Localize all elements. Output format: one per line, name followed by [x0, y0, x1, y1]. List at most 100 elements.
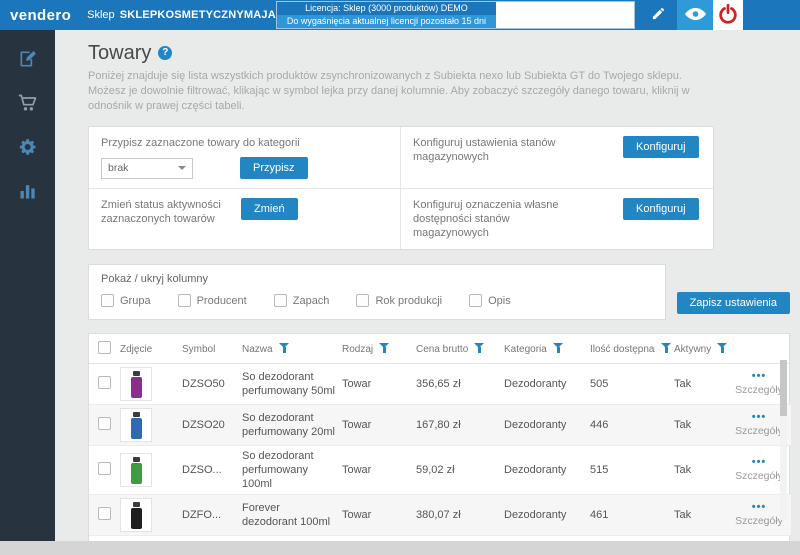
product-category: Dezodoranty: [501, 405, 587, 446]
row-checkbox[interactable]: [98, 376, 111, 389]
assign-button[interactable]: Przypisz: [240, 157, 308, 179]
product-symbol: DZSO20: [179, 405, 239, 446]
sidebar-item-orders[interactable]: [0, 82, 55, 126]
checkbox[interactable]: [356, 294, 369, 307]
products-table: Zdjęcie Symbol Nazwa Rodzaj Cena brutto …: [89, 334, 791, 536]
change-status-button[interactable]: Zmień: [241, 198, 298, 220]
product-type: Towar: [339, 446, 413, 495]
product-quantity: 505: [587, 364, 671, 405]
product-symbol: DZFO...: [179, 495, 239, 536]
product-image: [120, 408, 152, 442]
product-active: Tak: [671, 405, 727, 446]
row-checkbox[interactable]: [98, 462, 111, 475]
product-quantity: 446: [587, 405, 671, 446]
availability-settings-label: Konfiguruj oznaczenia własne dostępności…: [413, 198, 587, 240]
checkbox[interactable]: [274, 294, 287, 307]
col-header-price: Cena brutto: [413, 334, 501, 364]
table-scrollbar[interactable]: [780, 360, 787, 520]
scrollbar-thumb[interactable]: [780, 360, 787, 416]
preview-shop-button[interactable]: [677, 0, 713, 30]
license-text: Licencja: Sklep (3000 produktów) DEMO Do…: [277, 2, 496, 28]
product-price: 380,07 zł: [413, 495, 501, 536]
col-header-symbol: Symbol: [179, 334, 239, 364]
product-price: 167,80 zł: [413, 405, 501, 446]
configure-availability-button[interactable]: Konfiguruj: [623, 198, 699, 220]
chart-icon: [18, 181, 38, 204]
filter-icon[interactable]: [279, 343, 290, 354]
filter-icon[interactable]: [553, 343, 564, 354]
product-symbol: DZSO50: [179, 364, 239, 405]
stock-settings-label: Konfiguruj ustawienia stanów magazynowyc…: [413, 136, 587, 164]
pagination: 1 Wyświetlanie elementów 1 - 4 z 4: [89, 536, 789, 541]
assign-category-cell: Przypisz zaznaczone towary do kategorii …: [89, 127, 401, 188]
change-status-label: Zmień status aktywności zaznaczonych tow…: [101, 198, 239, 226]
product-name: Forever dezodorant 100ml: [239, 495, 339, 536]
row-checkbox[interactable]: [98, 507, 111, 520]
column-toggle-label: Producent: [197, 295, 247, 307]
license-line1: Licencja: Sklep (3000 produktów) DEMO: [277, 2, 496, 15]
category-select-value: brak: [108, 162, 128, 174]
chevron-down-icon: [178, 166, 186, 170]
product-type: Towar: [339, 405, 413, 446]
sidebar-item-settings[interactable]: [0, 126, 55, 170]
table-row: DZSO50 So dezodorant perfumowany 50ml To…: [89, 364, 791, 405]
select-all-checkbox[interactable]: [98, 341, 111, 354]
checkbox[interactable]: [469, 294, 482, 307]
eye-icon: [685, 7, 706, 24]
category-select[interactable]: brak: [101, 158, 193, 179]
checkbox[interactable]: [101, 294, 114, 307]
pencil-icon: [651, 6, 666, 24]
col-header-active: Aktywny: [671, 334, 727, 364]
shop-title: Sklep SKLEPKOSMETYCZNYMAJA: [87, 0, 276, 30]
column-toggle-grupa[interactable]: Grupa: [101, 294, 151, 307]
col-header-type: Rodzaj: [339, 334, 413, 364]
column-toggle-opis[interactable]: Opis: [469, 294, 511, 307]
gear-icon: [18, 137, 38, 160]
filter-icon[interactable]: [717, 343, 727, 354]
edit-shop-button[interactable]: [639, 0, 677, 30]
product-symbol: DZSO...: [179, 446, 239, 495]
stock-settings-cell: Konfiguruj ustawienia stanów magazynowyc…: [401, 127, 713, 188]
table-row: DZSO20 So dezodorant perfumowany 20ml To…: [89, 405, 791, 446]
col-header-photo: Zdjęcie: [117, 334, 179, 364]
column-toggle-producent[interactable]: Producent: [178, 294, 247, 307]
checkbox[interactable]: [178, 294, 191, 307]
sidebar-item-statistics[interactable]: [0, 170, 55, 214]
columns-row: Pokaż / ukryj kolumny Grupa Producent Za…: [88, 264, 790, 320]
power-icon: [717, 3, 739, 28]
topbar: vendero Sklep SKLEPKOSMETYCZNYMAJA Licen…: [0, 0, 800, 30]
license-box: Licencja: Sklep (3000 produktów) DEMO Do…: [276, 1, 635, 29]
product-quantity: 515: [587, 446, 671, 495]
filter-icon[interactable]: [661, 343, 672, 354]
license-progress-bar: [496, 2, 634, 28]
filter-icon[interactable]: [379, 343, 390, 354]
save-settings-button[interactable]: Zapisz ustawienia: [677, 292, 790, 314]
column-toggle-label: Zapach: [293, 295, 330, 307]
main-content: Towary ? Poniżej znajduje się lista wszy…: [55, 30, 800, 541]
column-toggle-label: Opis: [488, 295, 511, 307]
col-header-category: Kategoria: [501, 334, 587, 364]
shop-name: SKLEPKOSMETYCZNYMAJA: [120, 9, 276, 21]
column-toggle-label: Rok produkcji: [375, 295, 442, 307]
row-checkbox[interactable]: [98, 417, 111, 430]
configure-stock-button[interactable]: Konfiguruj: [623, 136, 699, 158]
logout-button[interactable]: [713, 0, 743, 30]
column-visibility-panel: Pokaż / ukryj kolumny Grupa Producent Za…: [88, 264, 666, 320]
product-category: Dezodoranty: [501, 446, 587, 495]
product-quantity: 461: [587, 495, 671, 536]
page-description: Poniżej znajduje się lista wszystkich pr…: [88, 69, 720, 114]
product-active: Tak: [671, 446, 727, 495]
filter-icon[interactable]: [474, 343, 485, 354]
change-status-cell: Zmień status aktywności zaznaczonych tow…: [89, 188, 401, 249]
bottom-strip: [0, 541, 800, 555]
sidebar-item-products[interactable]: [0, 38, 55, 82]
license-line2: Do wygaśnięcia aktualnej licencji pozost…: [277, 15, 496, 28]
col-header-quantity: Ilość dostępna: [587, 334, 671, 364]
product-type: Towar: [339, 495, 413, 536]
help-icon[interactable]: ?: [158, 46, 172, 60]
product-category: Dezodoranty: [501, 364, 587, 405]
col-header-name: Nazwa: [239, 334, 339, 364]
column-toggle-rok-produkcji[interactable]: Rok produkcji: [356, 294, 442, 307]
column-toggle-zapach[interactable]: Zapach: [274, 294, 330, 307]
assign-category-label: Przypisz zaznaczone towary do kategorii: [101, 136, 388, 150]
